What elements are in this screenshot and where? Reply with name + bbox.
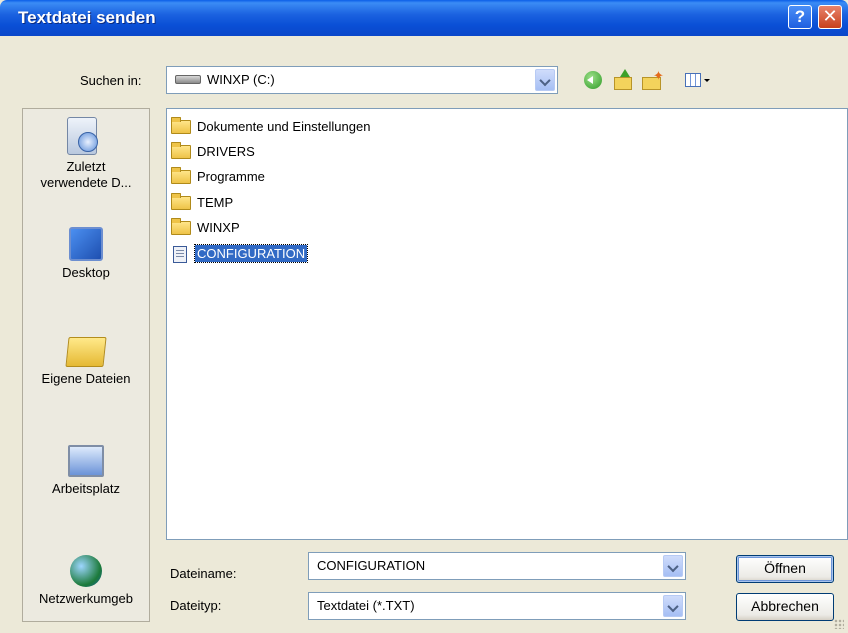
filetype-value: Textdatei (*.TXT) — [317, 598, 415, 613]
open-button[interactable]: Öffnen — [736, 555, 834, 583]
folder-icon — [171, 193, 191, 210]
place-recent[interactable]: Zuletzt verwendete D... — [23, 117, 149, 191]
place-desktop[interactable]: Desktop — [23, 227, 149, 280]
file-name: TEMP — [197, 195, 234, 210]
chevron-down-icon — [704, 79, 710, 82]
place-label: Eigene Dateien — [41, 371, 131, 386]
filetype-dropdown[interactable]: Textdatei (*.TXT) — [308, 592, 686, 620]
up-folder-icon — [614, 77, 632, 90]
title-bar: Textdatei senden ? ✕ — [0, 0, 848, 36]
folder-icon — [171, 167, 191, 184]
look-in-dropdown[interactable]: WINXP (C:) — [166, 66, 558, 94]
folder-icon — [171, 142, 191, 159]
desktop-icon — [69, 227, 103, 261]
place-label: Netzwerkumgeb — [39, 591, 133, 606]
chevron-down-icon[interactable] — [535, 69, 555, 91]
file-name: WINXP — [197, 220, 240, 235]
filename-value: CONFIGURATION — [317, 558, 426, 573]
look-in-value: WINXP (C:) — [207, 72, 275, 87]
my-computer-icon — [68, 445, 104, 477]
close-button[interactable]: ✕ — [818, 5, 842, 29]
new-folder-button[interactable]: ✦ — [639, 68, 664, 92]
place-network[interactable]: Netzwerkumgeb — [23, 555, 149, 606]
folder-icon — [171, 218, 191, 235]
place-my-documents[interactable]: Eigene Dateien — [23, 337, 149, 386]
look-in-label: Suchen in: — [80, 73, 142, 88]
window-title: Textdatei senden — [18, 8, 156, 27]
place-label: Zuletzt verwendete D... — [40, 159, 132, 190]
help-icon: ? — [794, 7, 806, 26]
place-label: Arbeitsplatz — [52, 481, 120, 496]
folder-icon — [171, 117, 191, 134]
file-name: DRIVERS — [197, 144, 255, 159]
view-menu-button[interactable] — [683, 68, 715, 92]
text-file-icon — [173, 246, 187, 263]
file-name: Dokumente und Einstellungen — [197, 119, 371, 134]
place-label: Desktop — [62, 265, 110, 280]
up-folder-button[interactable] — [611, 68, 635, 92]
view-icon — [685, 73, 701, 87]
file-name: CONFIGURATION — [193, 244, 309, 263]
place-my-computer[interactable]: Arbeitsplatz — [23, 445, 149, 496]
cancel-button[interactable]: Abbrechen — [736, 593, 834, 621]
back-button[interactable] — [581, 68, 605, 92]
chevron-down-icon[interactable] — [663, 555, 683, 577]
filename-input[interactable]: CONFIGURATION — [308, 552, 686, 580]
resize-grip-icon[interactable] — [834, 619, 844, 629]
file-list[interactable]: Dokumente und Einstellungen DRIVERS Prog… — [166, 108, 848, 540]
places-bar: Zuletzt verwendete D... Desktop Eigene D… — [22, 108, 150, 622]
my-documents-icon — [65, 337, 107, 367]
close-icon: ✕ — [822, 6, 838, 26]
network-icon — [70, 555, 102, 587]
chevron-down-icon[interactable] — [663, 595, 683, 617]
drive-icon — [175, 75, 201, 84]
recent-documents-icon — [67, 117, 98, 155]
help-button[interactable]: ? — [788, 5, 812, 29]
filename-label: Dateiname: — [170, 566, 237, 581]
file-name: Programme — [197, 169, 265, 184]
filetype-label: Dateityp: — [170, 598, 222, 613]
